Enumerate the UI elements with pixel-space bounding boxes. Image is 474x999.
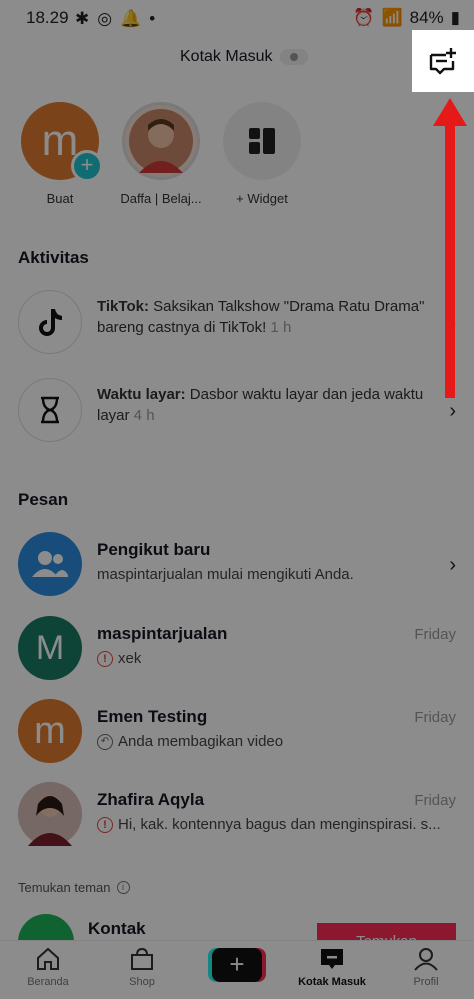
story-label: + Widget	[236, 191, 288, 206]
find-friends-header: Temukan teman i	[18, 880, 130, 895]
message-preview: ! xek	[97, 650, 141, 667]
activity-text: Waktu layar: Dasbor waktu layar dan jeda…	[97, 384, 438, 426]
story-friend[interactable]: Daffa | Belaj...	[116, 96, 206, 206]
screen: 18.29 ✱ ◎ 🔔 • ⏰ 📶 84% ▮ Kotak Masuk m + …	[0, 0, 474, 999]
message-time: Friday	[414, 626, 456, 643]
chevron-right-icon: ›	[449, 400, 456, 422]
widget-circle	[223, 102, 301, 180]
message-preview-text: xek	[118, 650, 142, 667]
warning-icon: !	[97, 816, 113, 833]
tab-home[interactable]: Beranda	[8, 947, 88, 988]
home-icon	[37, 947, 59, 970]
hourglass-icon	[18, 378, 82, 442]
notification-icons: ✱ ◎ 🔔 •	[75, 9, 155, 29]
story-label: Daffa | Belaj...	[120, 191, 202, 206]
new-message-button[interactable]	[412, 30, 474, 92]
bottom-tab-bar: Beranda Shop + Kotak Masuk Profil	[0, 940, 474, 999]
avatar: M	[18, 616, 82, 680]
avatar	[122, 102, 200, 180]
message-preview-text: maspintarjualan mulai mengikuti Anda.	[97, 566, 354, 583]
battery-level: 84%	[409, 8, 444, 27]
tab-inbox[interactable]: Kotak Masuk	[292, 947, 372, 988]
plus-icon: +	[71, 150, 103, 182]
tab-label: Profil	[413, 976, 439, 988]
message-name: Emen Testing	[97, 707, 208, 726]
message-row-maspintarjualan[interactable]: M maspintarjualan ! xek Friday	[0, 608, 474, 688]
activity-time: 4 h	[129, 407, 155, 424]
inbox-header: Kotak Masuk	[0, 34, 474, 86]
tab-label: Shop	[129, 976, 155, 988]
message-preview: maspintarjualan mulai mengikuti Anda.	[97, 566, 354, 583]
find-friends-title: Temukan teman	[18, 880, 111, 895]
title-wrap[interactable]: Kotak Masuk	[180, 48, 309, 66]
message-name: maspintarjualan	[97, 624, 228, 643]
tab-label: Beranda	[27, 976, 69, 988]
share-icon: ↶	[97, 733, 113, 750]
message-time: Friday	[414, 709, 456, 726]
chevron-right-icon: ›	[449, 554, 456, 576]
message-preview-text: Hi, kak. kontennya bagus dan menginspira…	[118, 816, 441, 833]
message-name: Zhafira Aqyla	[97, 790, 205, 809]
page-title: Kotak Masuk	[180, 48, 273, 65]
message-name: Pengikut baru	[97, 540, 211, 559]
system-icons: ⏰ 📶 84% ▮	[353, 8, 460, 28]
info-icon[interactable]: i	[116, 881, 130, 894]
slack-icon: ✱	[75, 9, 90, 28]
story-label: Buat	[46, 191, 74, 206]
tab-label: Kotak Masuk	[298, 976, 366, 988]
avatar: m +	[21, 102, 103, 182]
messages-title: Pesan	[18, 490, 69, 509]
message-preview: ! Hi, kak. kontennya bagus dan menginspir…	[97, 816, 441, 833]
warning-icon: !	[97, 650, 113, 667]
avatar: m	[18, 699, 82, 763]
plus-icon: +	[229, 949, 245, 979]
wifi-icon: 📶	[381, 8, 403, 27]
profile-icon	[414, 948, 438, 971]
avatar-letter: M	[35, 628, 65, 667]
dot-icon: •	[149, 9, 156, 28]
message-time: Friday	[414, 792, 456, 809]
alarm-icon: ⏰	[353, 8, 375, 27]
widget-icon	[249, 128, 275, 154]
check-circle-icon: ◎	[97, 9, 113, 28]
annotation-arrow-up-icon	[433, 98, 467, 398]
avatar-letter: m	[34, 709, 66, 752]
message-preview: ↶ Anda membagikan video	[97, 733, 283, 750]
activity-time: 1 h	[266, 319, 292, 336]
message-row-new-followers[interactable]: Pengikut baru maspintarjualan mulai meng…	[0, 524, 474, 604]
followers-icon	[18, 532, 82, 596]
activity-label: TikTok:	[97, 298, 149, 315]
activity-label: Waktu layar:	[97, 386, 186, 403]
activity-text: TikTok: Saksikan Talkshow "Drama Ratu Dr…	[97, 296, 438, 338]
new-chat-icon	[429, 48, 456, 75]
create-button[interactable]: +	[212, 948, 262, 982]
story-widget[interactable]: + Widget	[217, 96, 307, 206]
tab-shop[interactable]: Shop	[102, 947, 182, 988]
contact-label: Kontak	[88, 919, 146, 938]
tiktok-icon	[18, 290, 82, 354]
avatar	[18, 782, 82, 846]
tab-profile[interactable]: Profil	[386, 947, 466, 988]
person-photo-icon	[18, 782, 82, 846]
shopping-bag-icon	[131, 947, 153, 970]
story-row: m + Buat Daffa | Belaj... + Widget	[0, 96, 474, 214]
message-row-emen-testing[interactable]: m Emen Testing ↶ Anda membagikan video Fr…	[0, 691, 474, 771]
activity-title: Aktivitas	[18, 248, 89, 267]
message-preview-text: Anda membagikan video	[118, 733, 284, 750]
inbox-icon	[321, 949, 343, 969]
story-create[interactable]: m + Buat	[15, 96, 105, 206]
status-bar: 18.29 ✱ ◎ 🔔 • ⏰ 📶 84% ▮	[0, 0, 474, 34]
activity-item-screen-time[interactable]: Waktu layar: Dasbor waktu layar dan jeda…	[0, 370, 474, 450]
status-time: 18.29	[26, 8, 69, 27]
battery-icon: ▮	[450, 8, 460, 27]
activity-item-tiktok[interactable]: TikTok: Saksikan Talkshow "Drama Ratu Dr…	[0, 282, 474, 362]
online-status-toggle[interactable]	[280, 49, 309, 65]
bell-icon: 🔔	[120, 9, 142, 28]
message-row-zhafira[interactable]: Zhafira Aqyla ! Hi, kak. kontennya bagus …	[0, 774, 474, 854]
person-photo-icon	[129, 109, 193, 173]
